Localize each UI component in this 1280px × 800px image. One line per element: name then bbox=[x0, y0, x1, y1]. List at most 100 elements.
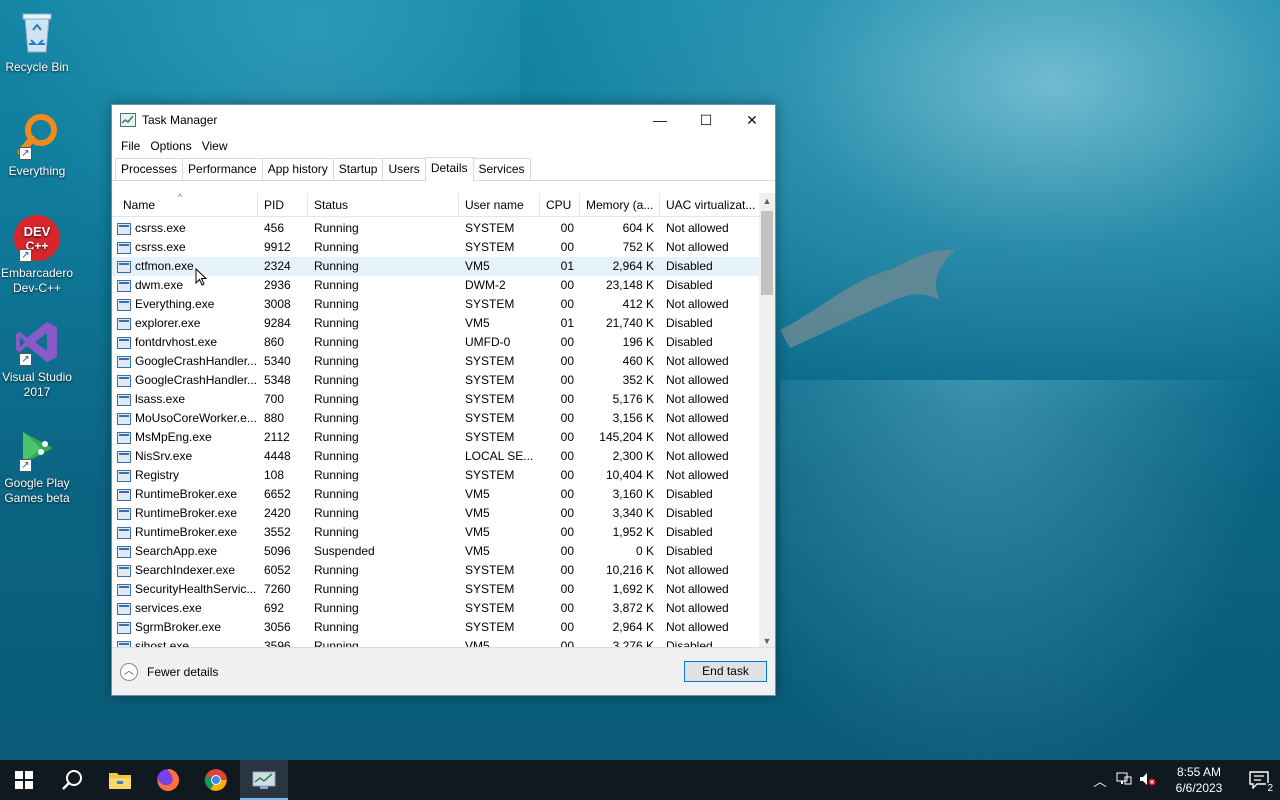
taskbar-task-manager[interactable] bbox=[240, 760, 288, 800]
process-name: explorer.exe bbox=[112, 314, 258, 333]
table-row[interactable]: GoogleCrashHandler... 5348 Running SYSTEM 00… bbox=[112, 371, 759, 390]
process-name-text: explorer.exe bbox=[135, 316, 201, 330]
network-icon[interactable] bbox=[1112, 772, 1136, 789]
column-header-user-name[interactable]: User name bbox=[459, 193, 540, 217]
menu-options[interactable]: Options bbox=[145, 139, 196, 153]
table-row[interactable]: SearchIndexer.exe 6052 Running SYSTEM 00 10,2… bbox=[112, 561, 759, 580]
task-manager-icon bbox=[120, 113, 136, 127]
desktop-icon-everything[interactable]: ↗ Everything bbox=[0, 112, 74, 179]
process-status: Running bbox=[314, 278, 359, 292]
process-user: SYSTEM bbox=[465, 411, 515, 425]
table-row[interactable]: MoUsoCoreWorker.e... 880 Running SYSTEM 00 3,… bbox=[112, 409, 759, 428]
process-name: MsMpEng.exe bbox=[112, 428, 258, 447]
process-icon bbox=[117, 222, 131, 235]
process-name-text: GoogleCrashHandler... bbox=[135, 373, 258, 387]
process-icon bbox=[117, 488, 131, 501]
table-row[interactable]: dwm.exe 2936 Running DWM-2 00 23,148 K Disable… bbox=[112, 276, 759, 295]
table-row[interactable]: SgrmBroker.exe 3056 Running SYSTEM 00 2,964 K… bbox=[112, 618, 759, 637]
close-button[interactable]: ✕ bbox=[729, 105, 775, 135]
scrollbar-thumb[interactable] bbox=[761, 211, 773, 295]
end-task-button[interactable]: End task bbox=[684, 661, 767, 682]
table-row[interactable]: MsMpEng.exe 2112 Running SYSTEM 00 145,204 K N… bbox=[112, 428, 759, 447]
process-icon bbox=[117, 469, 131, 482]
firefox-icon bbox=[157, 769, 179, 791]
process-uac: Not allowed bbox=[666, 563, 729, 577]
process-icon bbox=[117, 298, 131, 311]
table-row[interactable]: csrss.exe 9912 Running SYSTEM 00 752 K Not all… bbox=[112, 238, 759, 257]
tab-processes[interactable]: Processes bbox=[115, 158, 184, 180]
process-uac: Not allowed bbox=[666, 620, 729, 634]
process-memory: 3,160 K bbox=[612, 487, 654, 501]
process-uac: Disabled bbox=[666, 544, 713, 558]
table-row[interactable]: ctfmon.exe 2324 Running VM5 01 2,964 K Disable… bbox=[112, 257, 759, 276]
show-hidden-icons-chevron-icon[interactable]: ︿ bbox=[1088, 771, 1112, 790]
column-header-memory[interactable]: Memory (a... bbox=[580, 193, 660, 217]
minimize-button[interactable]: — bbox=[637, 105, 683, 135]
tab-users[interactable]: Users bbox=[382, 158, 426, 180]
taskbar-chrome[interactable] bbox=[192, 760, 240, 800]
tab-details[interactable]: Details bbox=[424, 157, 474, 181]
tab-startup[interactable]: Startup bbox=[332, 158, 384, 180]
process-name-text: SgrmBroker.exe bbox=[135, 620, 222, 634]
table-row[interactable]: fontdrvhost.exe 860 Running UMFD-0 00 196 K Di… bbox=[112, 333, 759, 352]
clock[interactable]: 8:55 AM 6/6/2023 bbox=[1160, 764, 1238, 796]
desktop-icon-recycle-bin[interactable]: Recycle Bin bbox=[0, 8, 74, 75]
process-name-text: dwm.exe bbox=[135, 278, 184, 292]
title-bar[interactable]: Task Manager — ☐ ✕ bbox=[112, 105, 775, 135]
fewer-details-button[interactable]: ︿ Fewer details bbox=[120, 663, 218, 681]
process-name: csrss.exe bbox=[112, 219, 258, 238]
table-row[interactable]: RuntimeBroker.exe 3552 Running VM5 00 1,952 K… bbox=[112, 523, 759, 542]
process-user: SYSTEM bbox=[465, 297, 515, 311]
process-memory: 352 K bbox=[622, 373, 654, 387]
taskbar-file-explorer[interactable] bbox=[96, 760, 144, 800]
table-row[interactable]: lsass.exe 700 Running SYSTEM 00 5,176 K Not al… bbox=[112, 390, 759, 409]
tab-app-history[interactable]: App history bbox=[261, 158, 334, 180]
process-user: SYSTEM bbox=[465, 601, 515, 615]
scroll-up-icon[interactable]: ▲ bbox=[759, 193, 775, 209]
chrome-icon bbox=[204, 769, 227, 791]
table-row[interactable]: NisSrv.exe 4448 Running LOCAL SE... 00 2,300 … bbox=[112, 447, 759, 466]
tab-performance[interactable]: Performance bbox=[182, 158, 263, 180]
column-header-pid[interactable]: PID bbox=[258, 193, 308, 217]
process-name-text: NisSrv.exe bbox=[135, 449, 193, 463]
process-pid: 3552 bbox=[264, 525, 291, 539]
table-row[interactable]: SecurityHealthServic... 7260 Running SYSTEM… bbox=[112, 580, 759, 599]
column-header-name[interactable]: ^ Name bbox=[112, 193, 258, 217]
start-button[interactable] bbox=[0, 760, 48, 800]
process-memory: 21,740 K bbox=[605, 316, 654, 330]
table-row[interactable]: services.exe 692 Running SYSTEM 00 3,872 K Not… bbox=[112, 599, 759, 618]
search-button[interactable] bbox=[48, 760, 96, 800]
table-row[interactable]: explorer.exe 9284 Running VM5 01 21,740 K Disa… bbox=[112, 314, 759, 333]
table-row[interactable]: Everything.exe 3008 Running SYSTEM 00 412 K No… bbox=[112, 295, 759, 314]
desktop-icon-google-play-games[interactable]: ↗ Google Play Games beta bbox=[0, 424, 74, 506]
tab-services[interactable]: Services bbox=[472, 158, 531, 180]
column-header-uac[interactable]: UAC virtualizat... bbox=[660, 193, 759, 217]
volume-muted-icon[interactable] bbox=[1136, 772, 1160, 789]
menu-view[interactable]: View bbox=[197, 139, 233, 153]
process-icon bbox=[117, 583, 131, 596]
menu-file[interactable]: File bbox=[116, 139, 145, 153]
table-row[interactable]: RuntimeBroker.exe 2420 Running VM5 00 3,340 K… bbox=[112, 504, 759, 523]
taskbar-firefox[interactable] bbox=[144, 760, 192, 800]
desktop-icon-devcpp[interactable]: DEV C++ ↗ Embarcadero Dev-C++ bbox=[0, 214, 74, 296]
action-center-button[interactable]: 2 bbox=[1238, 760, 1280, 800]
column-header-status[interactable]: Status bbox=[308, 193, 459, 217]
process-status: Running bbox=[314, 468, 359, 482]
desktop-icon-visual-studio[interactable]: ↗ Visual Studio 2017 bbox=[0, 318, 74, 400]
table-row[interactable]: SearchApp.exe 5096 Suspended VM5 00 0 K Disabl… bbox=[112, 542, 759, 561]
process-name: dwm.exe bbox=[112, 276, 258, 295]
process-pid: 6652 bbox=[264, 487, 291, 501]
table-row[interactable]: Registry 108 Running SYSTEM 00 10,404 K Not al… bbox=[112, 466, 759, 485]
column-header-cpu[interactable]: CPU bbox=[540, 193, 580, 217]
process-memory: 2,964 K bbox=[612, 259, 654, 273]
vertical-scrollbar[interactable]: ▲ ▼ bbox=[759, 193, 775, 649]
maximize-button[interactable]: ☐ bbox=[683, 105, 729, 135]
table-row[interactable]: GoogleCrashHandler... 5340 Running SYSTEM 00… bbox=[112, 352, 759, 371]
process-name-text: csrss.exe bbox=[135, 221, 186, 235]
process-uac: Not allowed bbox=[666, 297, 729, 311]
process-name: SgrmBroker.exe bbox=[112, 618, 258, 637]
google-play-games-icon: ↗ bbox=[13, 424, 61, 472]
process-icon bbox=[117, 450, 131, 463]
table-row[interactable]: csrss.exe 456 Running SYSTEM 00 604 K Not allo… bbox=[112, 219, 759, 238]
table-row[interactable]: RuntimeBroker.exe 6652 Running VM5 00 3,160 K… bbox=[112, 485, 759, 504]
